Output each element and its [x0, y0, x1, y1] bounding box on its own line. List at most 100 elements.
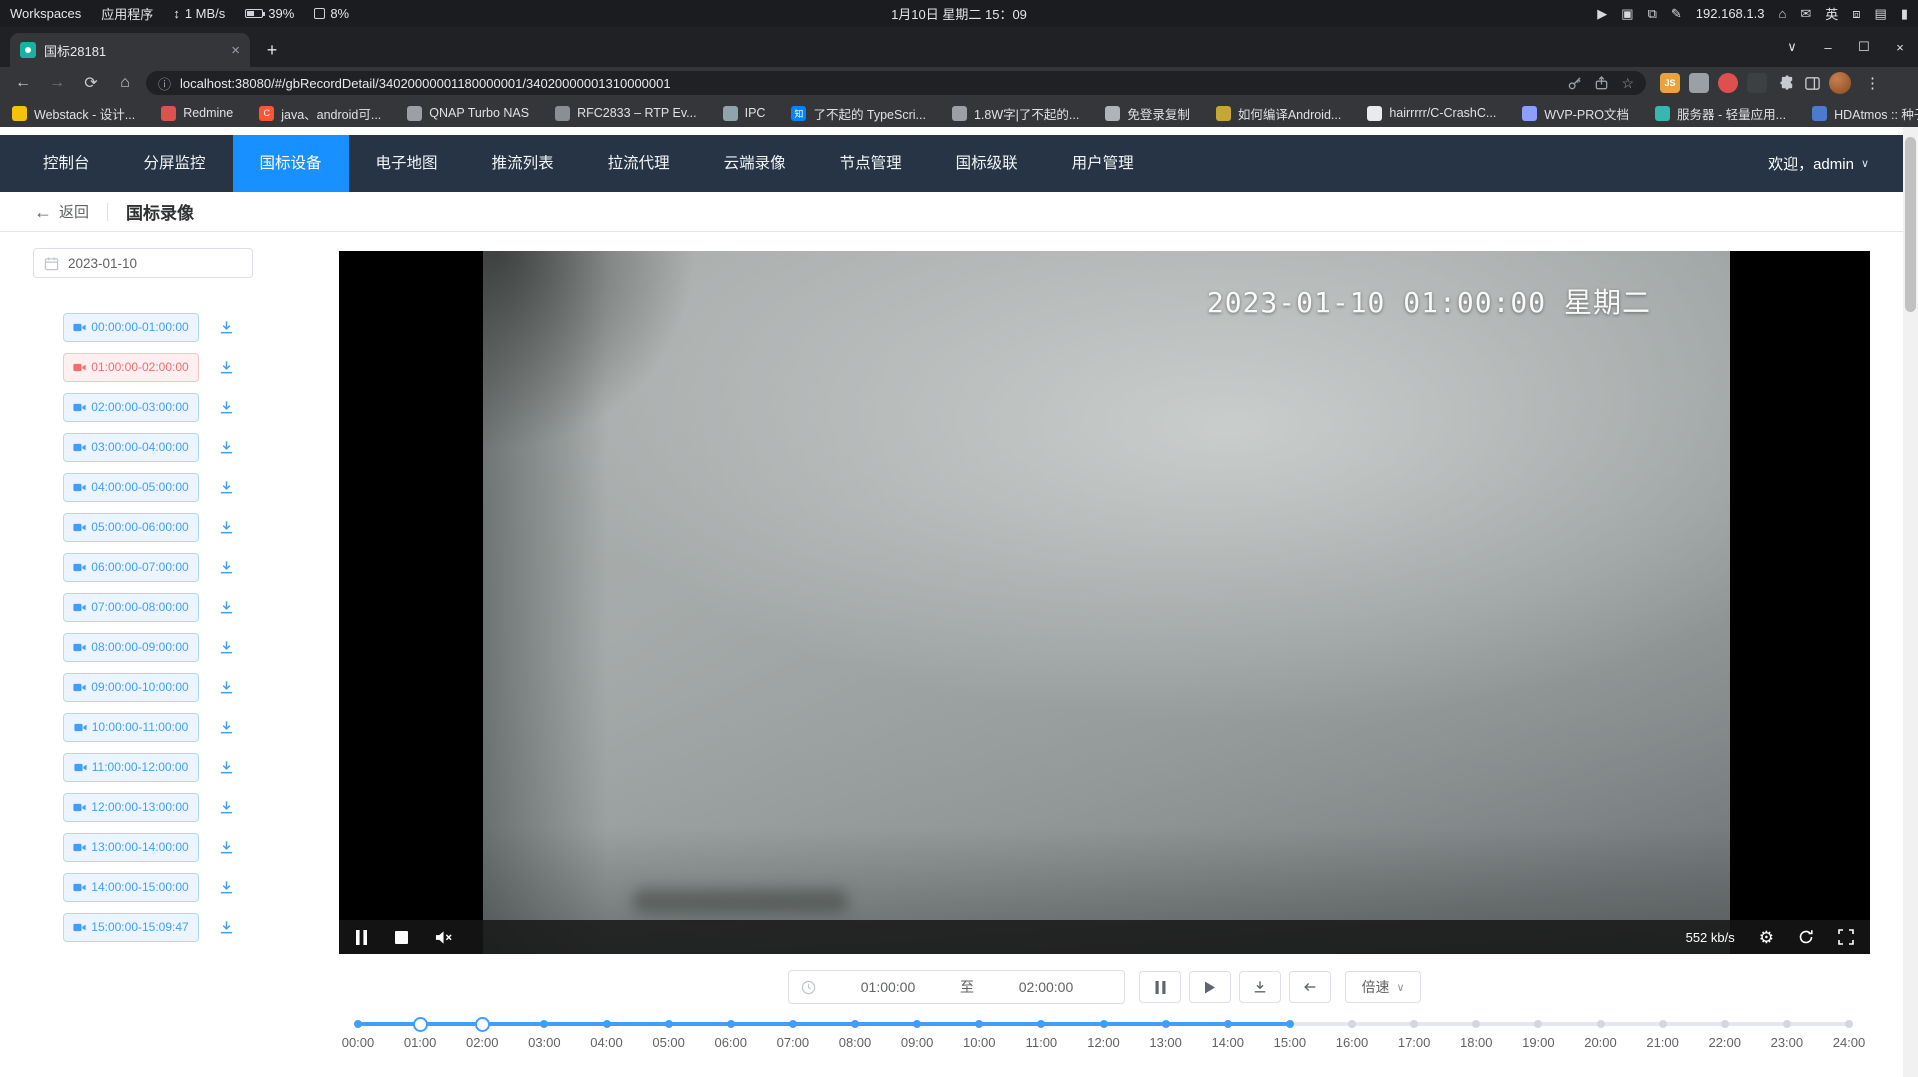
segment-button[interactable]: 03:00:00-04:00:00 [63, 433, 199, 462]
profile-avatar[interactable] [1829, 72, 1851, 94]
play-button[interactable] [1189, 971, 1231, 1003]
timeline-hour-dot[interactable] [1845, 1020, 1853, 1028]
timeline-hour-dot[interactable] [1286, 1020, 1294, 1028]
bookmark-item[interactable]: HDAtmos :: 种子 *... [1812, 104, 1918, 123]
player-settings-icon[interactable]: ⚙ [1759, 929, 1774, 946]
nav-item[interactable]: 节点管理 [813, 135, 929, 192]
extensions-puzzle-icon[interactable] [1779, 75, 1796, 92]
nav-item[interactable]: 推流列表 [465, 135, 581, 192]
timeline-hour-dot[interactable] [1659, 1020, 1667, 1028]
timeline-hour-dot[interactable] [354, 1020, 362, 1028]
segment-download-button[interactable] [216, 757, 236, 777]
download-button[interactable] [1239, 971, 1281, 1003]
nav-item[interactable]: 分屏监控 [117, 135, 233, 192]
timeline-handle[interactable] [475, 1017, 490, 1032]
side-panel-icon[interactable] [1804, 75, 1821, 92]
forward-icon[interactable]: → [44, 74, 70, 92]
segment-download-button[interactable] [216, 837, 236, 857]
url-text[interactable]: localhost:38080/#/gbRecordDetail/3402000… [180, 76, 1558, 91]
segment-button[interactable]: 12:00:00-13:00:00 [63, 793, 199, 822]
segment-download-button[interactable] [216, 597, 236, 617]
window-minimize-button[interactable]: – [1810, 27, 1846, 67]
language-indicator[interactable]: 英 [1825, 4, 1838, 23]
step-back-button[interactable] [1289, 971, 1331, 1003]
segment-download-button[interactable] [216, 677, 236, 697]
reload-icon[interactable]: ⟳ [78, 73, 104, 93]
video-surface[interactable] [483, 251, 1730, 954]
segment-download-button[interactable] [216, 797, 236, 817]
nav-item[interactable]: 控制台 [16, 135, 117, 192]
segment-download-button[interactable] [216, 357, 236, 377]
bookmark-item[interactable]: hairrrrr/C-CrashC... [1367, 106, 1496, 121]
timeline-hour-dot[interactable] [851, 1020, 859, 1028]
bookmark-item[interactable]: IPC [723, 106, 766, 121]
share-icon[interactable] [1594, 76, 1609, 91]
player-mute-icon[interactable] [435, 930, 453, 945]
system-clock[interactable]: 1月10日 星期二 15：09 [891, 4, 1027, 23]
clipboard-icon[interactable]: ⧉ [1648, 6, 1657, 22]
display-icon[interactable]: ▤ [1875, 6, 1887, 22]
timeline-hour-dot[interactable] [1721, 1020, 1729, 1028]
segment-button[interactable]: 15:00:00-15:09:47 [63, 913, 199, 942]
timeline-hour-dot[interactable] [1348, 1020, 1356, 1028]
timeline-hour-dot[interactable] [1410, 1020, 1418, 1028]
bookmark-item[interactable]: 免登录复制 [1105, 104, 1190, 123]
timeline-hour-dot[interactable] [789, 1020, 797, 1028]
home-icon[interactable]: ⌂ [1778, 6, 1786, 22]
nav-item[interactable]: 用户管理 [1045, 135, 1161, 192]
timeline-hour-dot[interactable] [1472, 1020, 1480, 1028]
segment-download-button[interactable] [216, 397, 236, 417]
segment-button[interactable]: 14:00:00-15:00:00 [63, 873, 199, 902]
timeline-hour-dot[interactable] [1597, 1020, 1605, 1028]
timeline-hour-dot[interactable] [1162, 1020, 1170, 1028]
bookmark-item[interactable]: Redmine [161, 106, 233, 121]
tab-close-icon[interactable]: × [231, 42, 240, 59]
nav-item[interactable]: 国标设备 [233, 135, 349, 192]
segment-button[interactable]: 01:00:00-02:00:00 [63, 353, 199, 382]
window-close-button[interactable]: × [1882, 27, 1918, 67]
timeline-hour-dot[interactable] [603, 1020, 611, 1028]
media-play-icon[interactable]: ▶ [1597, 6, 1607, 22]
messages-icon[interactable]: ✉ [1800, 6, 1811, 22]
tab-search-icon[interactable]: ∨ [1774, 27, 1810, 67]
timeline-hour-dot[interactable] [540, 1020, 548, 1028]
timeline-hour-dot[interactable] [1534, 1020, 1542, 1028]
segment-button[interactable]: 02:00:00-03:00:00 [63, 393, 199, 422]
segment-download-button[interactable] [216, 717, 236, 737]
user-menu[interactable]: 欢迎，admin ∨ [1768, 153, 1869, 174]
timeline-hour-dot[interactable] [975, 1020, 983, 1028]
range-end-time[interactable]: 02:00:00 [980, 979, 1112, 995]
adblock-icon[interactable] [1718, 73, 1738, 93]
bookmark-item[interactable]: QNAP Turbo NAS [407, 106, 529, 121]
nav-item[interactable]: 电子地图 [349, 135, 465, 192]
segment-button[interactable]: 00:00:00-01:00:00 [63, 313, 199, 342]
segment-download-button[interactable] [216, 917, 236, 937]
timeline-hour-dot[interactable] [727, 1020, 735, 1028]
pause-button[interactable] [1139, 971, 1181, 1003]
site-info-icon[interactable]: ⓘ [158, 74, 171, 93]
bookmark-item[interactable]: 服务器 - 轻量应用... [1655, 104, 1786, 123]
windows-icon[interactable]: ⧈ [1852, 6, 1860, 22]
nav-item[interactable]: 云端录像 [697, 135, 813, 192]
segment-button[interactable]: 10:00:00-11:00:00 [63, 713, 199, 742]
bookmark-item[interactable]: WVP-PRO文档 [1522, 104, 1629, 123]
segment-button[interactable]: 11:00:00-12:00:00 [63, 753, 199, 782]
segment-button[interactable]: 06:00:00-07:00:00 [63, 553, 199, 582]
timeline-hour-dot[interactable] [665, 1020, 673, 1028]
segment-button[interactable]: 07:00:00-08:00:00 [63, 593, 199, 622]
page-scrollbar[interactable] [1903, 127, 1918, 1077]
date-picker-input[interactable]: 2023-01-10 [33, 248, 253, 278]
timeline-hour-dot[interactable] [1783, 1020, 1791, 1028]
range-start-time[interactable]: 01:00:00 [822, 979, 954, 995]
timeline-hour-dot[interactable] [1037, 1020, 1045, 1028]
bookmark-item[interactable]: 如何编译Android... [1216, 104, 1342, 123]
time-range-picker[interactable]: 01:00:00 至 02:00:00 [788, 970, 1125, 1004]
timeline-track[interactable] [358, 1022, 1849, 1026]
bookmark-item[interactable]: RFC2833 – RTP Ev... [555, 106, 697, 121]
segment-download-button[interactable] [216, 317, 236, 337]
address-bar[interactable]: ⓘ localhost:38080/#/gbRecordDetail/34020… [146, 71, 1646, 95]
timeline-handle[interactable] [413, 1017, 428, 1032]
window-maximize-button[interactable]: ☐ [1846, 27, 1882, 67]
back-icon[interactable]: ← [10, 74, 36, 92]
player-pause-icon[interactable] [355, 930, 368, 945]
